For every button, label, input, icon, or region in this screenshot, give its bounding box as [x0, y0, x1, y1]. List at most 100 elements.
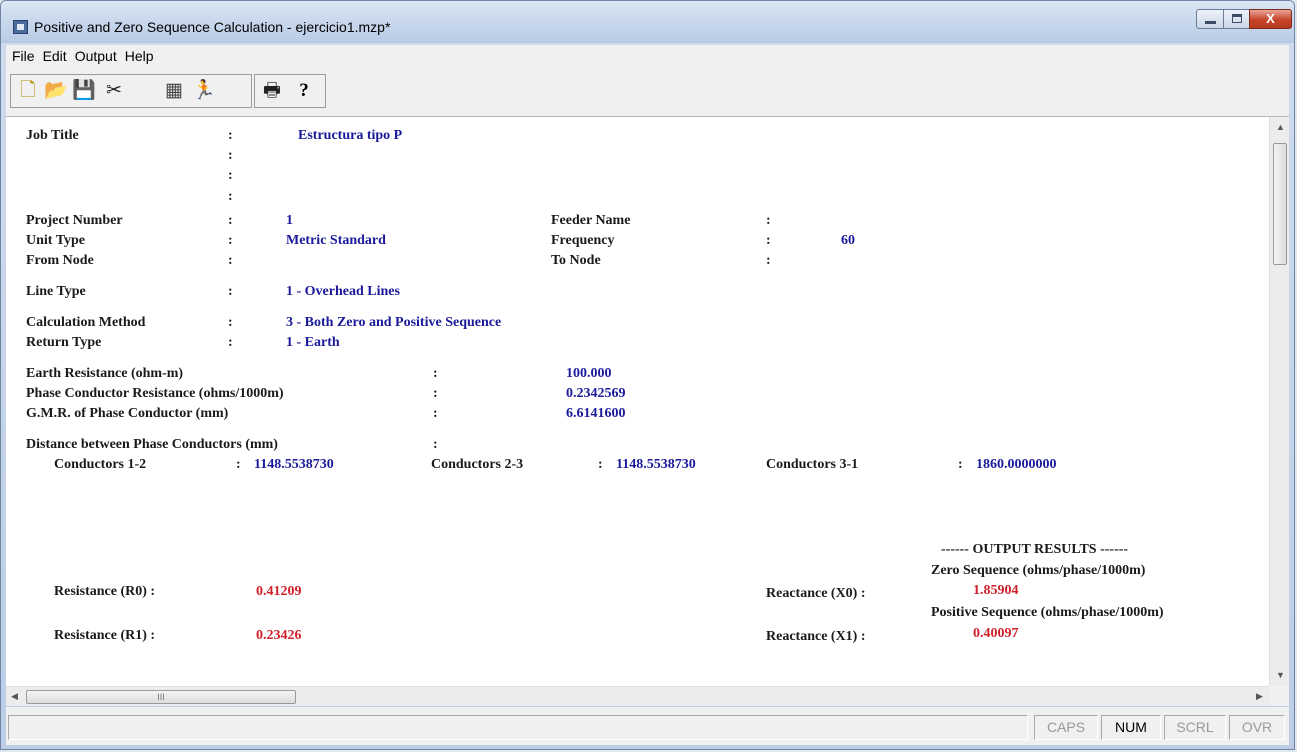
calculator-icon[interactable]: ▦ [161, 79, 187, 103]
return-type-value: 1 - Earth [286, 335, 340, 350]
colon: : [236, 457, 241, 472]
x0-label: Reactance (X0) : [766, 586, 866, 601]
to-node-label: To Node [551, 253, 601, 268]
zero-sequence-label: Zero Sequence (ohms/phase/1000m) [931, 563, 1146, 578]
window-title: Positive and Zero Sequence Calculation -… [34, 19, 391, 35]
colon: : [433, 386, 438, 401]
conductors-1-2-value: 1148.5538730 [254, 457, 334, 472]
horizontal-scrollbar[interactable]: ◀ III ▶ [6, 686, 1269, 706]
x0-value: 1.85904 [973, 583, 1019, 598]
colon: : [228, 128, 233, 143]
help-icon[interactable]: ? [291, 79, 317, 103]
calc-method-label: Calculation Method [26, 315, 146, 330]
main-window: Positive and Zero Sequence Calculation -… [0, 0, 1295, 750]
job-title-value: Estructura tipo P [298, 128, 403, 143]
menu-output[interactable]: Output [71, 45, 121, 67]
conductors-3-1-label: Conductors 3-1 [766, 457, 859, 472]
unit-type-value: Metric Standard [286, 233, 386, 248]
colon: : [766, 213, 771, 228]
close-icon: X [1266, 11, 1275, 26]
phase-resistance-label: Phase Conductor Resistance (ohms/1000m) [26, 386, 284, 401]
frequency-label: Frequency [551, 233, 615, 248]
save-icon[interactable]: 💾 [71, 79, 97, 103]
colon: : [433, 406, 438, 421]
colon: : [228, 189, 233, 204]
ovr-indicator: OVR [1229, 715, 1285, 740]
output-results-header: ------ OUTPUT RESULTS ------ [941, 542, 1129, 557]
scroll-left-icon[interactable]: ◀ [11, 691, 18, 702]
cut-icon[interactable]: ✂ [101, 79, 127, 103]
project-number-value: 1 [286, 213, 293, 228]
scroll-up-icon[interactable]: ▲ [1276, 122, 1285, 132]
caps-indicator: CAPS [1034, 715, 1098, 740]
colon: : [958, 457, 963, 472]
r1-value: 0.23426 [256, 628, 302, 643]
r0-value: 0.41209 [256, 584, 302, 599]
phase-resistance-value: 0.2342569 [566, 386, 626, 401]
toolbar: 🗋 📂 💾 ✂ ▦ 🏃 🖶 ? [6, 70, 1289, 117]
scrollbar-corner [1269, 686, 1289, 706]
colon: : [228, 148, 233, 163]
print-icon[interactable]: 🖶 [259, 79, 285, 103]
colon: : [228, 335, 233, 350]
report-view: Job Title : Estructura tipo P : : : Proj… [6, 117, 1269, 686]
frequency-value: 60 [841, 233, 855, 248]
feeder-name-label: Feeder Name [551, 213, 631, 228]
colon: : [598, 457, 603, 472]
maximize-button[interactable] [1223, 9, 1250, 29]
conductors-3-1-value: 1860.0000000 [976, 457, 1057, 472]
return-type-label: Return Type [26, 335, 102, 350]
maximize-icon [1232, 14, 1242, 23]
job-title-label: Job Title [26, 128, 79, 143]
menu-bar: File Edit Output Help [6, 45, 1289, 71]
colon: : [228, 213, 233, 228]
scroll-down-icon[interactable]: ▼ [1276, 670, 1285, 680]
gmr-value: 6.6141600 [566, 406, 626, 421]
menu-help[interactable]: Help [121, 45, 158, 67]
minimize-icon [1205, 21, 1216, 24]
colon: : [433, 437, 438, 452]
earth-resistance-label: Earth Resistance (ohm-m) [26, 366, 184, 381]
minimize-button[interactable] [1196, 9, 1224, 29]
scroll-right-icon[interactable]: ▶ [1256, 691, 1263, 702]
r1-label: Resistance (R1) : [54, 628, 156, 643]
distance-label: Distance between Phase Conductors (mm) [26, 437, 278, 452]
run-icon[interactable]: 🏃 [191, 79, 217, 103]
colon: : [433, 366, 438, 381]
earth-resistance-value: 100.000 [566, 366, 612, 381]
menu-edit[interactable]: Edit [39, 45, 71, 67]
line-type-value: 1 - Overhead Lines [286, 284, 400, 299]
title-bar[interactable]: Positive and Zero Sequence Calculation -… [1, 1, 1294, 43]
app-icon[interactable] [13, 20, 28, 34]
open-icon[interactable]: 📂 [43, 79, 69, 103]
scrl-indicator: SCRL [1164, 715, 1226, 740]
calc-method-value: 3 - Both Zero and Positive Sequence [286, 315, 502, 330]
x1-value: 0.40097 [973, 626, 1019, 641]
status-message [8, 715, 1028, 740]
colon: : [228, 315, 233, 330]
colon: : [228, 284, 233, 299]
toolbar-group-main: 🗋 📂 💾 ✂ ▦ 🏃 [10, 74, 252, 108]
project-number-label: Project Number [26, 213, 123, 228]
positive-sequence-label: Positive Sequence (ohms/phase/1000m) [931, 605, 1164, 620]
horizontal-scroll-thumb[interactable]: III [26, 690, 296, 704]
colon: : [766, 253, 771, 268]
colon: : [228, 253, 233, 268]
status-bar: CAPS NUM SCRL OVR [6, 707, 1289, 745]
new-icon[interactable]: 🗋 [15, 79, 41, 103]
vertical-scroll-thumb[interactable] [1273, 143, 1287, 265]
colon: : [228, 168, 233, 183]
menu-file[interactable]: File [8, 45, 39, 67]
r0-label: Resistance (R0) : [54, 584, 156, 599]
conductors-2-3-value: 1148.5538730 [616, 457, 696, 472]
colon: : [766, 233, 771, 248]
vertical-scrollbar[interactable]: ▲ ▼ [1269, 117, 1289, 686]
close-button[interactable]: X [1249, 9, 1292, 29]
unit-type-label: Unit Type [26, 233, 85, 248]
line-type-label: Line Type [26, 284, 86, 299]
toolbar-group-print: 🖶 ? [254, 74, 326, 108]
conductors-1-2-label: Conductors 1-2 [54, 457, 147, 472]
colon: : [228, 233, 233, 248]
num-indicator: NUM [1101, 715, 1161, 740]
gmr-label: G.M.R. of Phase Conductor (mm) [26, 406, 229, 421]
